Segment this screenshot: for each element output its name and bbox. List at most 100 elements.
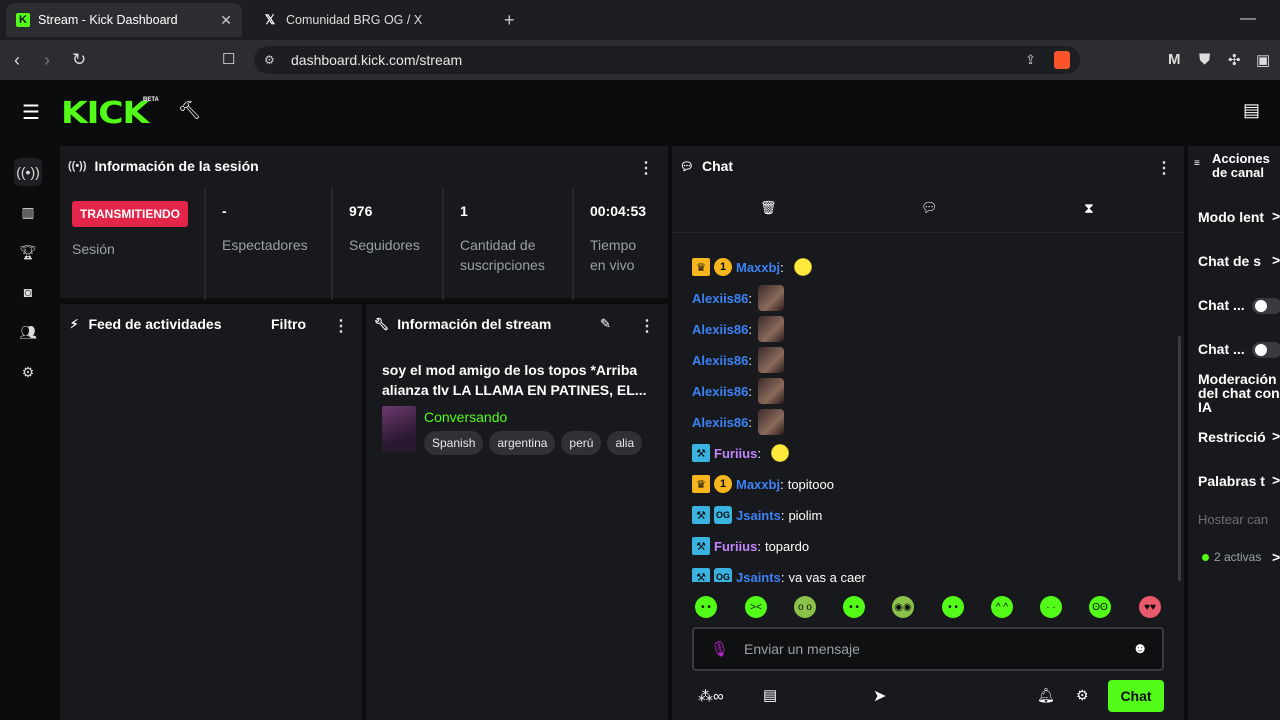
chat-username[interactable]: Jsaints (736, 508, 781, 523)
url-field[interactable]: ⚙ dashboard.kick.com/stream ⇪ (254, 46, 1080, 74)
brave-shield-icon[interactable] (1054, 51, 1070, 69)
ai-moderation-item[interactable]: Moderación del chat con IA (1198, 372, 1280, 414)
close-tab-icon[interactable]: ✕ (220, 12, 232, 29)
microphone-icon[interactable]: 🎙︎ (710, 640, 729, 658)
chevron-right-icon[interactable]: > (1272, 549, 1280, 565)
emote-icon[interactable]: ◉◉ (892, 596, 914, 618)
chat-more-icon[interactable]: ⋮ (1156, 158, 1172, 178)
chat-settings-icon[interactable]: ⚙ (1076, 687, 1089, 704)
chat-separator: : (748, 321, 752, 337)
minimize-icon[interactable]: — (1240, 10, 1256, 28)
new-tab-icon[interactable]: + (504, 10, 515, 31)
hammer-icon[interactable]: 🔨︎ (178, 100, 201, 121)
filter-button[interactable]: Filtro (271, 316, 306, 332)
restriction-item[interactable]: Restricció (1198, 429, 1266, 445)
slow-mode-item[interactable]: Modo lent (1198, 209, 1264, 225)
camera-icon[interactable]: ◙ (14, 278, 42, 306)
hourglass-icon[interactable]: ⧗ (1084, 200, 1094, 217)
message-icon[interactable]: 💬︎ (921, 200, 938, 216)
chat-username[interactable]: Maxxbj (736, 477, 780, 492)
bookmark-icon[interactable]: ☐ (222, 50, 235, 68)
shield-extension-icon[interactable]: ⛊ (1199, 51, 1210, 68)
chat-toggle-switch[interactable] (1252, 342, 1280, 358)
chat-username[interactable]: Alexiis86 (692, 384, 748, 399)
chat-message: Alexiis86: (692, 409, 784, 435)
forward-icon[interactable]: › (44, 50, 50, 71)
chat-emote (758, 316, 784, 342)
settings-gear-icon[interactable]: ⚙ (14, 358, 42, 386)
lightning-icon: ⚡︎ (70, 317, 79, 331)
chat-toggle-item: Chat ... (1198, 341, 1245, 357)
feed-title: ⚡︎ Feed de actividades (70, 316, 222, 332)
mouse-cursor: ➤ (873, 688, 887, 705)
chat-scrollbar[interactable] (1178, 336, 1181, 581)
tag[interactable]: Spanish (424, 431, 484, 455)
store-icon[interactable]: ▤ (763, 686, 777, 704)
m-extension-icon[interactable]: M (1168, 51, 1181, 68)
category-name[interactable]: Conversando (424, 409, 507, 425)
wrench-icon: 🔧︎ (374, 317, 390, 331)
chat-username[interactable]: Alexiis86 (692, 322, 748, 337)
session-more-icon[interactable]: ⋮ (638, 158, 654, 178)
active-label: 2 activas (1214, 550, 1262, 564)
emote-icon[interactable]: ^ ^ (991, 596, 1013, 618)
chevron-right-icon[interactable]: > (1272, 428, 1280, 444)
active-count[interactable]: 2 activas (1202, 550, 1261, 564)
trash-icon[interactable]: 🗑︎ (760, 200, 777, 216)
emote-icon[interactable]: >< (745, 596, 767, 618)
emote-icon[interactable]: · · (1040, 596, 1062, 618)
chevron-right-icon[interactable]: > (1272, 472, 1280, 488)
emote-icon[interactable]: ♥♥ (1139, 596, 1161, 618)
share-icon[interactable]: ⇪ (1025, 52, 1036, 68)
chevron-right-icon[interactable]: > (1272, 252, 1280, 268)
chat-username[interactable]: Alexiis86 (692, 353, 748, 368)
chat-username[interactable]: Alexiis86 (692, 415, 748, 430)
broadcast-icon: ((•)) (68, 160, 87, 172)
store-icon[interactable]: ▤ (1243, 100, 1260, 121)
chat-username[interactable]: Furiius (714, 446, 757, 461)
community-points-icon[interactable]: ⁂∞ (698, 687, 724, 705)
chat-username[interactable]: Jsaints (736, 570, 781, 583)
category-thumbnail[interactable] (382, 406, 416, 452)
stream-info-panel: 🔧︎ Información del stream ✎ ⋮ soy el mod… (366, 304, 668, 720)
send-chat-button[interactable]: Chat (1108, 680, 1164, 712)
chat-title-text: Chat (701, 158, 734, 174)
puzzle-extensions-icon[interactable]: ✣ (1228, 51, 1241, 69)
trophy-icon[interactable]: 🏆︎ (14, 238, 42, 266)
edit-pencil-icon[interactable]: ✎ (600, 316, 611, 332)
emote-icon[interactable]: • • (695, 596, 717, 618)
chat-username[interactable]: Maxxbj (736, 260, 780, 275)
feed-more-icon[interactable]: ⋮ (333, 316, 349, 336)
chat-toggle-switch[interactable] (1252, 298, 1280, 314)
stream-broadcast-icon[interactable]: ((•)) (14, 158, 42, 186)
reload-icon[interactable]: ↻ (72, 50, 86, 70)
tab-comunidad[interactable]: 𝕏 Comunidad BRG OG / X (252, 3, 492, 37)
chat-username[interactable]: Furiius (714, 539, 757, 554)
chat-input[interactable]: 🎙︎ Enviar un mensaje ☻ (692, 627, 1164, 671)
chat-username[interactable]: Alexiis86 (692, 291, 748, 306)
chevron-right-icon[interactable]: > (1272, 208, 1280, 224)
banned-words-item[interactable]: Palabras t (1198, 473, 1265, 489)
tag[interactable]: perú (561, 431, 602, 455)
users-icon[interactable]: 👥︎ (14, 318, 42, 346)
emote-icon[interactable]: ʘʘ (1089, 596, 1111, 618)
followers-chat-item[interactable]: Chat de s (1198, 253, 1261, 269)
emote-icon[interactable]: o o (794, 596, 816, 618)
chat-message: ♛ 1 Maxxbj: topitooo (692, 473, 834, 495)
emote-icon[interactable]: • • (843, 596, 865, 618)
tab-kick-dashboard[interactable]: K Stream - Kick Dashboard ✕ (6, 3, 242, 37)
chat-separator: : (748, 290, 752, 306)
tag[interactable]: argentina (489, 431, 556, 455)
back-icon[interactable]: ‹ (14, 50, 20, 71)
analytics-icon[interactable]: ▥ (14, 198, 42, 226)
wallet-icon[interactable]: ▣ (1256, 51, 1270, 69)
site-info-icon[interactable]: ⚙ (264, 53, 275, 67)
chat-text: topardo (764, 538, 810, 554)
emoji-picker-icon[interactable]: ☻ (1132, 640, 1148, 657)
emote-icon[interactable]: • • (942, 596, 964, 618)
bell-icon[interactable]: 🔔︎ (1037, 687, 1055, 704)
stream-info-more-icon[interactable]: ⋮ (639, 316, 655, 336)
menu-icon[interactable]: ☰ (22, 100, 40, 125)
kick-logo[interactable]: KICK (61, 96, 149, 131)
tag[interactable]: alia (607, 431, 643, 455)
